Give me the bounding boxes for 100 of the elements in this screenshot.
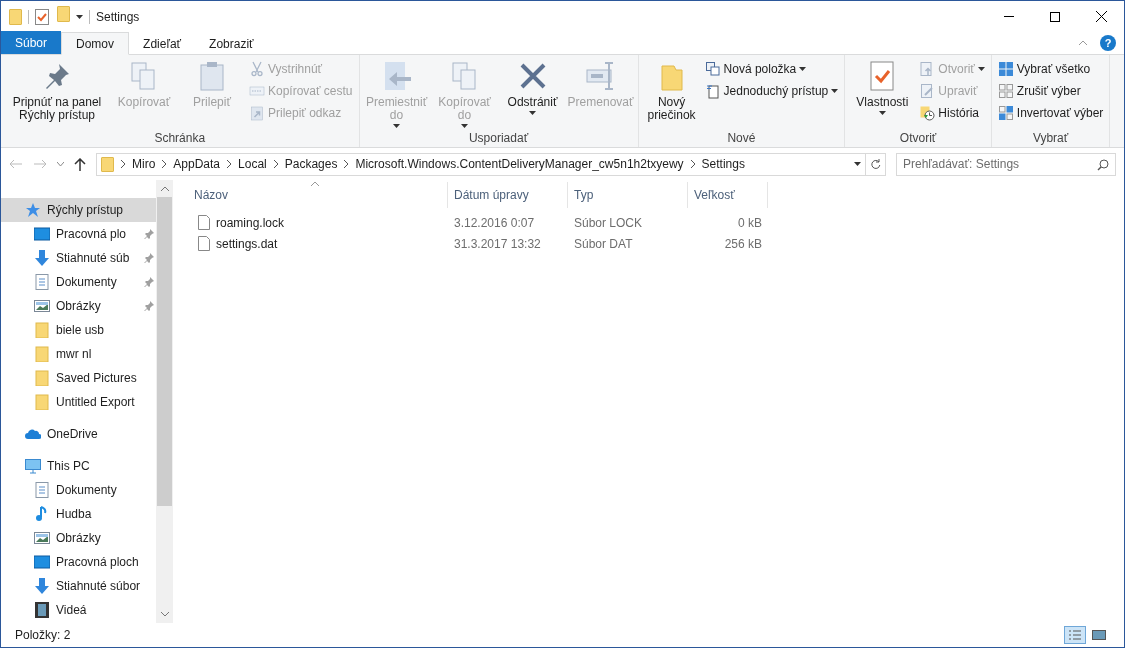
- group-label: Vybrať: [1031, 130, 1070, 147]
- breadcrumb[interactable]: Miro: [132, 155, 156, 173]
- nav-item[interactable]: Dokumenty: [1, 478, 156, 502]
- search-icon: [1097, 158, 1109, 171]
- properties-icon[interactable]: [35, 8, 49, 25]
- path-icon: [249, 83, 265, 99]
- nav-item[interactable]: Pracovná ploch: [1, 550, 156, 574]
- chevron-icon[interactable]: [120, 159, 126, 169]
- status-text: Položky: 2: [15, 627, 71, 644]
- nav-item[interactable]: This PC: [1, 454, 156, 478]
- column-header[interactable]: Dátum úpravy: [454, 186, 529, 204]
- group-label: Nové: [726, 130, 757, 147]
- ribbon-tab[interactable]: Domov: [61, 32, 130, 55]
- file-row[interactable]: settings.dat 31.3.2017 13:32 Súbor DAT 256 kB: [188, 233, 1124, 254]
- group-label: Otvoriť: [898, 130, 938, 147]
- breadcrumb[interactable]: Microsoft.Windows.ContentDeliveryManager_cw5n1h2txyewy: [355, 155, 684, 173]
- date-cell-text: 31.3.2017 13:32: [453, 235, 542, 253]
- nav-item[interactable]: Dokumenty: [1, 270, 156, 294]
- chevron-icon[interactable]: [272, 159, 279, 169]
- nav-item[interactable]: Obrázky: [1, 294, 156, 318]
- group-label: Usporiadať: [467, 130, 530, 147]
- chevron-icon[interactable]: [226, 159, 233, 169]
- nav-item[interactable]: mwr nl: [1, 342, 156, 366]
- column-header[interactable]: Názov: [194, 186, 228, 204]
- nav-item[interactable]: Stiahnuté súbor: [1, 574, 156, 598]
- select-all-icon: [997, 61, 1014, 77]
- select-none-icon: [997, 83, 1014, 99]
- scroll-down-icon[interactable]: [160, 612, 169, 617]
- nav-item[interactable]: Saved Pictures: [1, 366, 156, 390]
- ribbon-button[interactable]: Pripnúť na panel Rýchly prístup: [5, 58, 109, 129]
- folder-icon: [34, 394, 50, 410]
- folder-icon: [34, 346, 50, 362]
- file-name: settings.dat: [216, 235, 278, 253]
- breadcrumb[interactable]: Settings: [701, 155, 745, 173]
- chevron-icon[interactable]: [689, 159, 696, 169]
- customize-caret-icon: [76, 14, 83, 19]
- file-name: roaming.lock: [216, 214, 285, 232]
- scrollbar[interactable]: [156, 180, 173, 623]
- details-list-icon: [1069, 630, 1081, 640]
- picture-icon: [34, 298, 50, 314]
- address-bar[interactable]: Miro AppData Local Packages Microsoft.Windows.ContentDeliveryManager_cw5n1h2txyewy Settings: [96, 152, 886, 176]
- date-cell-text: 3.12.2016 0:07: [453, 214, 536, 232]
- file-tab[interactable]: Súbor: [1, 31, 62, 54]
- pin-icon: [144, 277, 154, 287]
- nav-item[interactable]: Rýchly prístup: [1, 198, 156, 222]
- film-icon: [34, 602, 50, 618]
- chevron-icon[interactable]: [161, 159, 168, 169]
- breadcrumb[interactable]: Local: [238, 155, 267, 173]
- scissors-icon: [249, 61, 265, 77]
- ribbon-button[interactable]: Invertovať výber: [995, 102, 1106, 124]
- ribbon-button[interactable]: Nová položka: [702, 58, 841, 80]
- invert-selection-icon: [997, 105, 1014, 121]
- nav-item[interactable]: Untitled Export: [1, 390, 156, 414]
- breadcrumb[interactable]: AppData: [173, 155, 221, 173]
- size-cell-text: 0 kB: [737, 214, 763, 232]
- size-cell-text: 256 kB: [723, 235, 763, 253]
- nav-item[interactable]: Pracovná plo: [1, 222, 156, 246]
- search-field[interactable]: Prehľadávať: Settings: [896, 152, 1116, 176]
- breadcrumb[interactable]: Packages: [284, 155, 338, 173]
- ribbon-button[interactable]: Jednoduchý prístup: [702, 80, 841, 102]
- ribbon-button[interactable]: História: [917, 102, 987, 124]
- picture-icon: [34, 530, 50, 546]
- ribbon-tab[interactable]: Zobraziť: [195, 32, 268, 55]
- folder-icon: [34, 370, 50, 386]
- nav-item[interactable]: biele usb: [1, 318, 156, 342]
- file-row[interactable]: roaming.lock 3.12.2016 0:07 Súbor LOCK 0 kB: [188, 212, 1124, 233]
- ribbon-tab[interactable]: Zdieľať: [129, 32, 196, 55]
- pin-icon: [144, 253, 154, 263]
- dropdown-caret-icon[interactable]: [57, 162, 64, 166]
- file-icon: [198, 215, 210, 230]
- nav-item[interactable]: OneDrive: [1, 422, 156, 446]
- ribbon-button[interactable]: Nový priečinok: [642, 58, 701, 129]
- scroll-up-icon[interactable]: [160, 186, 169, 191]
- nav-item[interactable]: Hudba: [1, 502, 156, 526]
- help-button[interactable]: ?: [1100, 35, 1116, 51]
- ribbon-button[interactable]: Odstrániť: [499, 58, 566, 129]
- computer-icon: [25, 458, 41, 474]
- history-caret-icon: [854, 162, 861, 166]
- up-arrow-icon[interactable]: [74, 157, 86, 171]
- column-header[interactable]: Typ: [574, 186, 594, 204]
- close-icon: [1095, 11, 1107, 22]
- folder-icon: [34, 322, 50, 338]
- ribbon-button[interactable]: Vybrať všetko: [995, 58, 1106, 80]
- chevron-icon[interactable]: [343, 159, 350, 169]
- column-header[interactable]: Veľkosť: [694, 186, 735, 204]
- ribbon-button[interactable]: Vlastnosti: [849, 58, 916, 129]
- file-icon: [198, 236, 210, 251]
- nav-item[interactable]: Obrázky: [1, 526, 156, 550]
- nav-item[interactable]: Stiahnuté súb: [1, 246, 156, 270]
- download-arrow-icon: [34, 578, 50, 594]
- document-icon: [34, 482, 50, 498]
- nav-item[interactable]: Videá: [1, 598, 156, 622]
- collapse-ribbon-icon[interactable]: [1078, 40, 1088, 46]
- folder-icon: [9, 8, 22, 25]
- folder-icon: [57, 6, 70, 22]
- folder-icon: [101, 156, 114, 172]
- history-icon: [919, 105, 936, 121]
- easy-access-icon: [704, 83, 721, 99]
- group-label: Schránka: [153, 130, 207, 147]
- ribbon-button[interactable]: Zrušiť výber: [995, 80, 1106, 102]
